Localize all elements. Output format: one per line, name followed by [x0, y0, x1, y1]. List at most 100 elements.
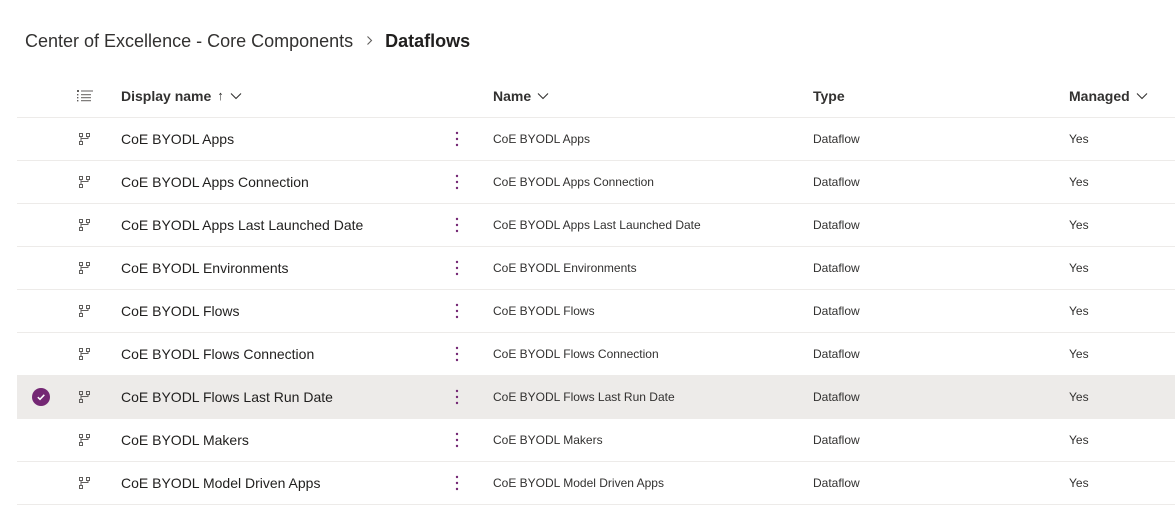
column-options-button[interactable] [76, 74, 94, 117]
dataflow-icon [79, 219, 90, 231]
more-vertical-icon [455, 389, 459, 405]
row-select-checkbox[interactable] [30, 333, 52, 375]
row-more-button[interactable] [449, 430, 465, 450]
row-name: CoE BYODL Environments [493, 261, 637, 275]
row-select-checkbox[interactable] [30, 161, 52, 203]
row-display-name[interactable]: CoE BYODL Apps [121, 131, 234, 147]
row-managed: Yes [1069, 304, 1089, 318]
table-row-4[interactable]: CoE BYODL Environments CoE BYODL Environ… [17, 247, 1175, 290]
row-managed-cell: Yes [1069, 419, 1089, 461]
table-row-6[interactable]: CoE BYODL Flows Connection CoE BYODL Flo… [17, 333, 1175, 376]
row-type: Dataflow [813, 476, 860, 490]
more-vertical-icon [455, 217, 459, 233]
sort-ascending-icon: ↑ [217, 88, 224, 103]
breadcrumb-parent-link[interactable]: Center of Excellence - Core Components [25, 28, 353, 54]
row-more-button[interactable] [449, 258, 465, 278]
row-more-button[interactable] [449, 215, 465, 235]
row-select-checkbox[interactable] [30, 376, 52, 418]
row-name-cell: CoE BYODL Apps Connection [493, 161, 654, 203]
row-type-cell: Dataflow [813, 333, 860, 375]
column-header-name-label: Name [493, 87, 532, 104]
dataflow-icon [79, 391, 90, 403]
row-name-cell: CoE BYODL Makers [493, 419, 603, 461]
row-more-button[interactable] [449, 387, 465, 407]
table-row-5[interactable]: CoE BYODL Flows CoE BYODL Flows Dataflow… [17, 290, 1175, 333]
row-display-name[interactable]: CoE BYODL Flows [121, 303, 240, 319]
checkmark-icon [32, 388, 50, 406]
row-name-cell: CoE BYODL Environments [493, 247, 637, 289]
row-name: CoE BYODL Model Driven Apps [493, 476, 664, 490]
row-display-name[interactable]: CoE BYODL Environments [121, 260, 289, 276]
more-vertical-icon [455, 432, 459, 448]
column-header-type[interactable]: Type [813, 74, 845, 117]
row-type-icon-cell [76, 462, 94, 504]
row-display-name-cell: CoE BYODL Flows Connection [121, 333, 314, 375]
row-select-checkbox[interactable] [30, 204, 52, 246]
table-row-9[interactable]: CoE BYODL Model Driven Apps CoE BYODL Mo… [17, 462, 1175, 505]
row-name-cell: CoE BYODL Model Driven Apps [493, 462, 664, 504]
column-header-managed[interactable]: Managed [1069, 74, 1148, 117]
row-select-checkbox[interactable] [30, 290, 52, 332]
column-header-name[interactable]: Name [493, 74, 549, 117]
row-managed-cell: Yes [1069, 118, 1089, 160]
row-type-cell: Dataflow [813, 462, 860, 504]
row-managed-cell: Yes [1069, 290, 1089, 332]
checkmark-glyph-icon [37, 394, 45, 401]
more-vertical-icon [455, 303, 459, 319]
table-row-3[interactable]: CoE BYODL Apps Last Launched Date CoE BY… [17, 204, 1175, 247]
row-managed-cell: Yes [1069, 333, 1089, 375]
row-type-cell: Dataflow [813, 118, 860, 160]
table-row-1[interactable]: CoE BYODL Apps CoE BYODL Apps Dataflow Y… [17, 118, 1175, 161]
table-row-8[interactable]: CoE BYODL Makers CoE BYODL Makers Datafl… [17, 419, 1175, 462]
dataflow-icon [79, 176, 90, 188]
row-display-name[interactable]: CoE BYODL Model Driven Apps [121, 475, 320, 491]
grid-header: Display name ↑ Name Type Managed [17, 74, 1175, 118]
row-select-checkbox[interactable] [30, 247, 52, 289]
dataflows-grid: Display name ↑ Name Type Managed CoE BYO… [17, 74, 1175, 505]
row-display-name[interactable]: CoE BYODL Apps Connection [121, 174, 309, 190]
row-more-cell [449, 462, 465, 504]
row-more-cell [449, 204, 465, 246]
row-display-name[interactable]: CoE BYODL Apps Last Launched Date [121, 217, 363, 233]
row-display-name[interactable]: CoE BYODL Flows Last Run Date [121, 389, 333, 405]
column-header-display-name[interactable]: Display name ↑ [121, 74, 242, 117]
row-select-checkbox[interactable] [30, 462, 52, 504]
row-display-name-cell: CoE BYODL Apps Last Launched Date [121, 204, 363, 246]
grid-body: CoE BYODL Apps CoE BYODL Apps Dataflow Y… [17, 118, 1175, 505]
row-display-name[interactable]: CoE BYODL Makers [121, 432, 249, 448]
row-select-checkbox[interactable] [30, 118, 52, 160]
more-vertical-icon [455, 174, 459, 190]
more-vertical-icon [455, 260, 459, 276]
column-header-managed-label: Managed [1069, 87, 1130, 104]
row-managed-cell: Yes [1069, 462, 1089, 504]
row-name: CoE BYODL Flows Last Run Date [493, 390, 675, 404]
row-select-checkbox[interactable] [30, 419, 52, 461]
table-row-7[interactable]: CoE BYODL Flows Last Run Date CoE BYODL … [17, 376, 1175, 419]
row-more-cell [449, 161, 465, 203]
row-display-name-cell: CoE BYODL Flows Last Run Date [121, 376, 333, 418]
table-row-2[interactable]: CoE BYODL Apps Connection CoE BYODL Apps… [17, 161, 1175, 204]
row-display-name[interactable]: CoE BYODL Flows Connection [121, 346, 314, 362]
row-more-button[interactable] [449, 172, 465, 192]
row-more-button[interactable] [449, 301, 465, 321]
row-more-cell [449, 333, 465, 375]
breadcrumb: Center of Excellence - Core Components D… [25, 28, 470, 54]
row-name-cell: CoE BYODL Flows Last Run Date [493, 376, 675, 418]
dataflow-icon [79, 133, 90, 145]
row-more-button[interactable] [449, 344, 465, 364]
row-more-button[interactable] [449, 473, 465, 493]
row-managed: Yes [1069, 175, 1089, 189]
column-header-display-name-label: Display name [121, 87, 212, 104]
dataflow-icon [79, 477, 90, 489]
row-type: Dataflow [813, 390, 860, 404]
row-type-cell: Dataflow [813, 247, 860, 289]
row-type: Dataflow [813, 132, 860, 146]
row-managed: Yes [1069, 476, 1089, 490]
row-type: Dataflow [813, 261, 860, 275]
row-name-cell: CoE BYODL Flows [493, 290, 595, 332]
row-name: CoE BYODL Makers [493, 433, 603, 447]
row-type-icon-cell [76, 376, 94, 418]
row-display-name-cell: CoE BYODL Makers [121, 419, 249, 461]
row-more-button[interactable] [449, 129, 465, 149]
list-icon [77, 89, 93, 101]
